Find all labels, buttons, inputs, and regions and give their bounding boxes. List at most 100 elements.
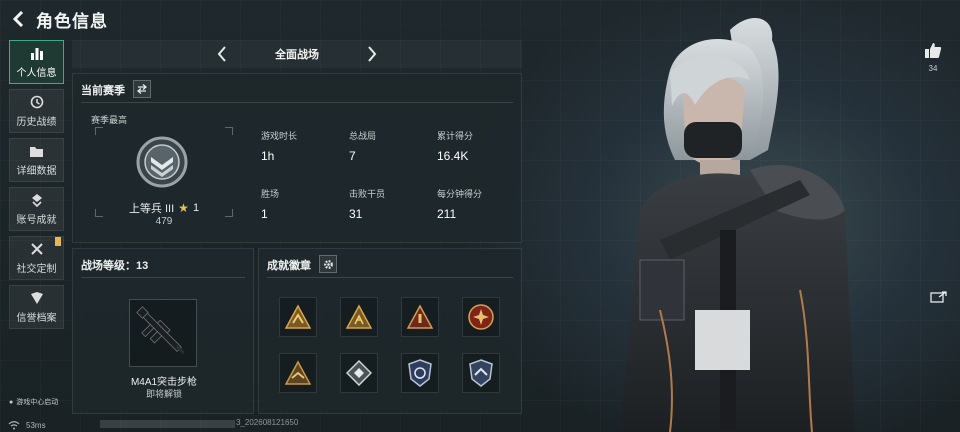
game-center-icon: ●	[9, 398, 14, 406]
status-bar: 53ms	[8, 418, 46, 432]
gear-icon	[323, 259, 333, 269]
history-clock-icon	[29, 94, 45, 110]
stat-value: 1h	[261, 149, 275, 163]
sidebar-item-label: 账号成就	[16, 215, 57, 226]
chevron-right-icon	[368, 46, 377, 62]
wifi-icon	[8, 420, 20, 429]
rank-points: 479	[155, 216, 173, 227]
achievement-badge[interactable]	[279, 297, 317, 337]
sidebar-item-personal-info[interactable]: 个人信息	[9, 40, 64, 84]
season-panel: 当前赛季 赛季最高 上等兵 III ★ 1 479 游戏时长 1h 总战局 7	[72, 73, 522, 243]
gold-triangle-badge-icon	[345, 304, 373, 329]
stat-label: 游戏时长	[261, 131, 298, 141]
stat-score-per-minute: 每分钟得分 211	[437, 187, 523, 221]
sidebar: 个人信息 历史战绩 详细数据 账号成就 社交定制 信誉档案	[9, 40, 64, 334]
stat-value: 16.4K	[437, 149, 469, 163]
stat-label: 累计得分	[437, 131, 474, 141]
stat-total-matches: 总战局 7	[349, 129, 435, 163]
header: 角色信息	[8, 6, 108, 32]
stat-wins: 胜场 1	[261, 187, 347, 221]
rank-card: 上等兵 III ★ 1 479	[95, 127, 233, 227]
divider	[81, 102, 513, 103]
achievement-badge[interactable]	[340, 297, 378, 337]
achievement-badge[interactable]	[462, 297, 500, 337]
blue-shield-badge-icon	[408, 359, 432, 387]
blue-shield-badge-icon	[469, 359, 493, 387]
rank-emblem-icon	[136, 136, 188, 188]
stat-label: 总战局	[349, 131, 377, 141]
stat-label: 击败干员	[349, 189, 386, 199]
game-center-login[interactable]: ● 游戏中心启动	[9, 397, 58, 407]
sidebar-item-label: 社交定制	[16, 264, 57, 275]
folder-icon	[29, 143, 45, 159]
red-triangle-badge-icon	[406, 304, 434, 329]
season-title: 当前赛季	[81, 85, 125, 97]
uid-mask	[100, 420, 235, 428]
divider	[81, 277, 245, 278]
season-best-label: 赛季最高	[91, 115, 128, 125]
share-icon	[930, 291, 947, 303]
sidebar-item-achievements[interactable]: 账号成就	[9, 187, 64, 231]
battlefield-level-title: 战场等级：13	[81, 260, 149, 272]
switch-season-button[interactable]	[133, 80, 151, 98]
weapon-name: M4A1突击步枪	[130, 377, 198, 388]
weapon-reward-card[interactable]	[129, 299, 197, 367]
stat-value: 7	[349, 149, 356, 163]
sidebar-item-history[interactable]: 历史战绩	[9, 89, 64, 133]
stat-label: 胜场	[261, 189, 280, 199]
achievement-badge[interactable]	[340, 353, 378, 393]
sidebar-item-label: 历史战绩	[16, 117, 57, 128]
frame-corner	[225, 127, 233, 135]
stat-label: 每分钟得分	[437, 189, 483, 199]
chevron-left-icon	[217, 46, 226, 62]
shield-icon	[29, 290, 45, 306]
sidebar-item-label: 信誉档案	[16, 313, 57, 324]
bar-chart-icon	[29, 45, 45, 61]
stat-value: 1	[261, 207, 268, 221]
sidebar-item-detailed-data[interactable]: 详细数据	[9, 138, 64, 182]
red-emblem-badge-icon	[468, 304, 494, 330]
sidebar-item-label: 个人信息	[16, 68, 57, 79]
stat-value: 31	[349, 207, 363, 221]
like-button[interactable]	[922, 40, 944, 60]
chevron-left-icon	[12, 11, 24, 27]
notice-badge	[55, 237, 61, 246]
achievement-badge[interactable]	[279, 353, 317, 393]
weapon-unlock-status: 即将解锁	[145, 389, 182, 399]
diamond-badge-icon	[346, 360, 372, 386]
season-stats: 游戏时长 1h 总战局 7 累计得分 16.4K 胜场 1 击败干员 31 每分…	[261, 129, 521, 229]
achievement-badge-icon	[29, 192, 45, 208]
achievement-badges-panel: 成就徽章	[258, 248, 522, 414]
achievement-badge[interactable]	[401, 297, 439, 337]
rifle-icon	[136, 306, 185, 355]
back-button[interactable]	[8, 8, 28, 30]
player-uid: 3_202608121650	[236, 418, 299, 427]
next-mode-button[interactable]	[362, 44, 382, 64]
achievement-badge[interactable]	[462, 353, 500, 393]
page-title: 角色信息	[36, 11, 108, 31]
battlefield-level-panel: 战场等级：13 M4A1突击步枪 即将解锁	[72, 248, 254, 414]
achievements-title: 成就徽章	[267, 260, 311, 272]
prev-mode-button[interactable]	[212, 44, 232, 64]
gold-triangle-badge-icon	[284, 360, 312, 385]
gold-triangle-badge-icon	[284, 304, 312, 329]
mode-switcher: 全面战场	[72, 40, 522, 68]
thumbs-up-icon	[925, 42, 942, 58]
sidebar-item-label: 详细数据	[16, 166, 57, 177]
rank-name-row: 上等兵 III ★ 1	[95, 200, 233, 216]
latency-value: 53ms	[26, 420, 46, 430]
tools-icon	[29, 241, 45, 257]
stat-kills: 击败干员 31	[349, 187, 435, 221]
stat-value: 211	[437, 207, 457, 221]
sidebar-item-reputation[interactable]: 信誉档案	[9, 285, 64, 329]
stat-total-score: 累计得分 16.4K	[437, 129, 523, 163]
sidebar-item-social-custom[interactable]: 社交定制	[9, 236, 64, 280]
badge-grid	[279, 297, 509, 397]
rank-stars: 1	[192, 202, 200, 214]
star-icon: ★	[178, 201, 189, 215]
share-button[interactable]	[930, 290, 948, 304]
character-model	[620, 17, 855, 432]
achievement-badge[interactable]	[401, 353, 439, 393]
badge-settings-button[interactable]	[319, 255, 337, 273]
stat-play-time: 游戏时长 1h	[261, 129, 347, 163]
